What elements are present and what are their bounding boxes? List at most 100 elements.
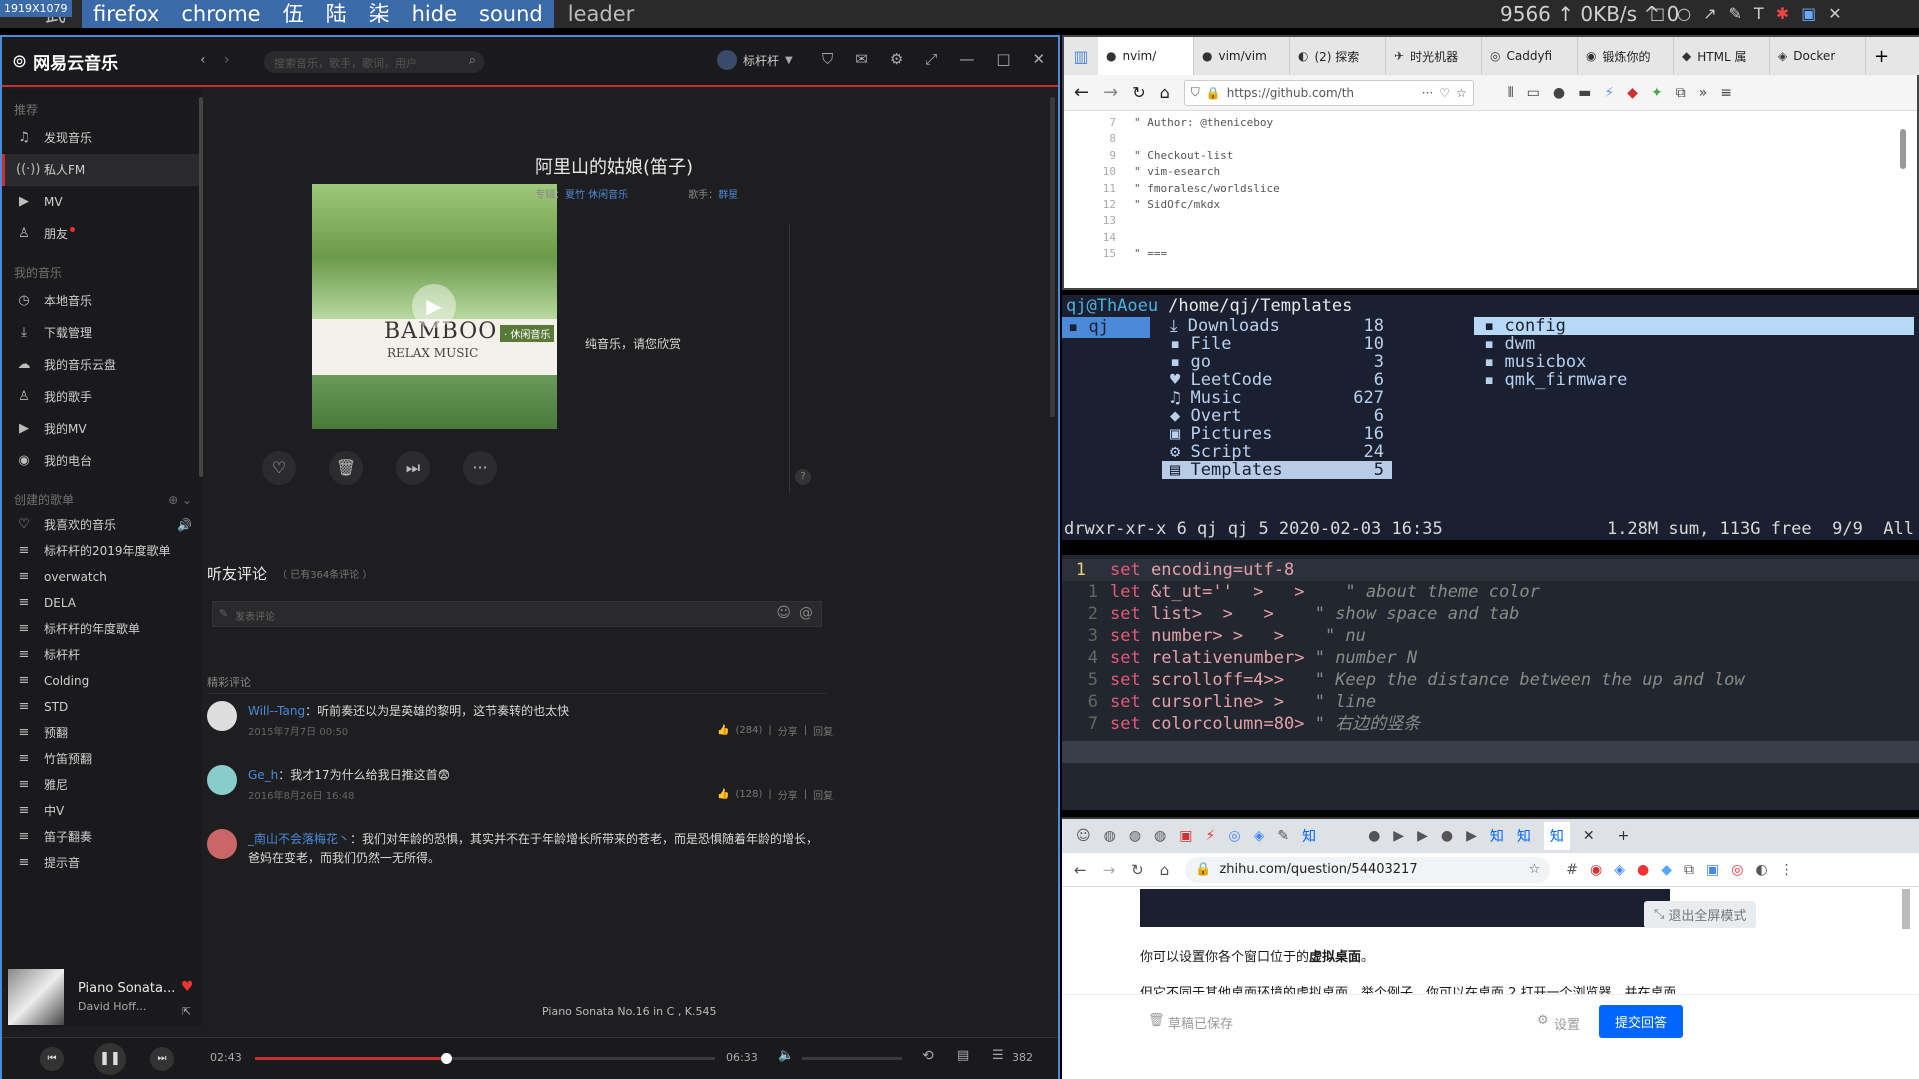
reply-link[interactable]: 回复 — [813, 787, 833, 802]
bug-icon[interactable]: ✱ — [1776, 4, 1789, 23]
progress-track[interactable] — [255, 1053, 715, 1064]
content-scrollbar[interactable] — [1902, 889, 1910, 929]
tab-favicon-zhihu[interactable]: 知 — [1302, 826, 1316, 846]
share-link[interactable]: 分享 — [778, 787, 798, 802]
reload-icon[interactable]: ↻ — [1132, 83, 1145, 102]
new-tab-icon[interactable]: + — [1874, 46, 1889, 67]
tab-favicon-zhihu-2[interactable]: 知 — [1490, 826, 1504, 846]
tab-favicon-6[interactable]: ◎ — [1228, 828, 1240, 844]
square-icon[interactable]: □ — [1650, 4, 1665, 23]
like-count[interactable]: (128) — [735, 789, 762, 800]
back-button[interactable]: ‹ — [200, 52, 206, 68]
comment-avatar[interactable] — [207, 829, 237, 859]
firefox-tab[interactable]: ● nvim/ — [1098, 37, 1194, 75]
translate-icon[interactable]: ✦ — [1651, 85, 1663, 101]
firefox-tab[interactable]: ◐ (2) 探索 — [1290, 37, 1386, 75]
home-icon[interactable]: ⌂ — [1160, 83, 1170, 102]
volume-slider[interactable] — [802, 1057, 902, 1060]
firefox-tab[interactable]: ✈ 时光机器 — [1386, 37, 1482, 75]
workspace-leader[interactable]: leader — [554, 0, 646, 28]
next-track-button[interactable]: ⏭ — [150, 1047, 174, 1071]
exit-fullscreen-button[interactable]: ⤡ 退出全屏模式 — [1644, 901, 1757, 928]
sidebar-playlist[interactable]: ♡ 我喜欢的音乐 🔊 — [2, 512, 202, 538]
gear-icon[interactable]: ⚙ — [1537, 1013, 1549, 1028]
workspace-chrome[interactable]: chrome — [170, 0, 272, 28]
gear-icon[interactable]: ⚙ — [890, 50, 903, 68]
tab-favicon-8[interactable]: ✎ — [1277, 828, 1289, 844]
submit-answer-button[interactable]: 提交回答 — [1599, 1005, 1684, 1038]
tab-favicon-github-2[interactable]: ● — [1441, 828, 1453, 844]
workspace-firefox[interactable]: firefox — [82, 0, 171, 28]
forward-icon[interactable]: → — [1103, 861, 1116, 879]
tab-favicon-7[interactable]: ◈ — [1254, 828, 1265, 844]
sidebar-playlist[interactable]: ≡ 雅尼 — [2, 772, 202, 798]
mail-icon[interactable]: ✉ — [855, 50, 868, 68]
tab-favicon-zhihu-active[interactable]: 知 — [1543, 822, 1570, 850]
sidebar-item-downloads[interactable]: ⤓ 下载管理 — [2, 317, 202, 349]
pocket-icon[interactable]: ♡ — [1439, 86, 1450, 100]
url-text[interactable]: https://github.com/th — [1227, 86, 1416, 100]
new-tab-icon[interactable]: + — [1618, 828, 1630, 844]
circle-icon[interactable]: ○ — [1677, 4, 1691, 23]
lyrics-toggle-icon[interactable]: ▤ — [957, 1048, 969, 1063]
sidebar-playlist[interactable]: ≡ 标杆杆的年度歌单 — [2, 616, 202, 642]
sidebar-item-fm[interactable]: ((·)) 私人FM — [2, 154, 202, 186]
now-playing-card[interactable]: Piano Sonata... David Hoff... ♥ ⇱ — [6, 967, 202, 1027]
ext-icon-1[interactable]: # — [1566, 862, 1578, 878]
close-icon[interactable]: ✕ — [1828, 4, 1841, 23]
album-link[interactable]: 夏竹 休闲音乐 — [565, 186, 628, 201]
comment-avatar[interactable] — [207, 701, 237, 731]
tab-favicon-zhihu-3[interactable]: 知 — [1517, 826, 1531, 846]
share-icon[interactable]: ⇱ — [182, 1005, 191, 1018]
artist-link[interactable]: 群星 — [718, 186, 738, 201]
workspace-7[interactable]: 柒 — [357, 0, 401, 28]
tab-favicon-play-2[interactable]: ▶ — [1417, 828, 1428, 844]
tab-favicon-avatar[interactable]: ☺ — [1076, 828, 1091, 844]
firefox-tab[interactable]: ◈ Docker — [1770, 37, 1866, 75]
firefox-tab[interactable]: ◉ 锻炼你的 — [1578, 37, 1674, 75]
ext-icon-2[interactable]: ◉ — [1590, 862, 1602, 878]
comment-avatar[interactable] — [207, 765, 237, 795]
dark-reader-icon[interactable]: ● — [1553, 85, 1565, 101]
sidebar-item-local[interactable]: ◷ 本地音乐 — [2, 285, 202, 317]
ranger-dir[interactable]: ◆ Overt 6 — [1162, 407, 1392, 425]
help-icon[interactable]: ? — [795, 469, 811, 485]
sidebar-playlist[interactable]: ≡ Colding — [2, 668, 202, 694]
tab-favicon-play-3[interactable]: ▶ — [1466, 828, 1477, 844]
sidebar-playlist[interactable]: ≡ 提示音 — [2, 850, 202, 876]
text-icon[interactable]: T — [1754, 4, 1764, 23]
pen-icon[interactable]: ✎ — [1729, 4, 1742, 23]
sidebar-item-discover[interactable]: ♫ 发现音乐 — [2, 122, 202, 154]
track-artist[interactable]: David Hoff... — [78, 1000, 146, 1013]
mini-mode-icon[interactable]: ⤢ — [925, 50, 937, 68]
firefox-tab[interactable]: ● vim/vim — [1194, 37, 1290, 75]
prev-button[interactable]: ⏮ — [40, 1047, 64, 1071]
share-link[interactable]: 分享 — [778, 723, 798, 738]
sidebar-item-my-mv[interactable]: ▶ 我的MV — [2, 413, 202, 445]
search-icon[interactable]: ⌕ — [469, 53, 476, 68]
at-icon[interactable]: @ — [799, 605, 813, 621]
sidebar-icon[interactable]: ▥ — [1064, 47, 1098, 66]
url-bar[interactable]: ⛉ 🔒 https://github.com/th ··· ♡ ☆ — [1183, 79, 1474, 106]
heart-icon[interactable]: ♥ — [181, 979, 194, 995]
tab-favicon-5[interactable]: ⚡ — [1206, 828, 1216, 844]
comment-input[interactable]: ✎ 发表评论 ☺ @ — [212, 601, 822, 627]
workspace-sound[interactable]: sound — [468, 0, 554, 28]
skin-icon[interactable]: ⛉ — [822, 50, 833, 68]
like-icon[interactable]: 👍 — [717, 725, 729, 736]
ranger-dir[interactable]: ▪ go 3 — [1162, 353, 1392, 371]
ranger-dir[interactable]: ⚙ Script 24 — [1162, 443, 1392, 461]
chevron-down-icon[interactable]: ▼ — [785, 55, 793, 66]
more-icon[interactable]: ··· — [1422, 86, 1433, 100]
reload-icon[interactable]: ↻ — [1131, 861, 1144, 879]
sidebar-playlist[interactable]: ≡ overwatch — [2, 564, 202, 590]
firefox-tab[interactable]: ◎ Caddyfi — [1482, 37, 1578, 75]
minimize-icon[interactable]: — — [959, 50, 974, 68]
sidebar-item-cloud[interactable]: ☁ 我的音乐云盘 — [2, 349, 202, 381]
close-icon[interactable]: ✕ — [1033, 50, 1046, 68]
track-title[interactable]: Piano Sonata... — [78, 981, 175, 996]
forward-icon[interactable]: → — [1103, 82, 1118, 103]
url-text[interactable]: zhihu.com/question/54403217 — [1219, 862, 1520, 877]
tab-favicon-github-1[interactable]: ● — [1368, 828, 1380, 844]
ext-icon-4[interactable]: ● — [1637, 862, 1649, 878]
